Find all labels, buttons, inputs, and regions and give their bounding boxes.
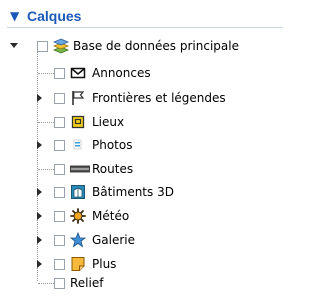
layer-checkbox[interactable] (54, 235, 65, 246)
panel-title: Calques (27, 8, 82, 24)
photo-icon (70, 137, 86, 153)
layer-checkbox[interactable] (54, 259, 65, 270)
tree-item-label: Lieux (92, 115, 125, 129)
road-icon (70, 161, 90, 177)
layer-checkbox[interactable] (54, 117, 65, 128)
tree-item-annonces[interactable]: Annonces (0, 62, 289, 84)
stacked-layers-icon (53, 38, 69, 54)
layer-checkbox[interactable] (54, 140, 65, 151)
expand-right-arrow-icon[interactable] (37, 212, 42, 220)
layer-checkbox[interactable] (54, 164, 65, 175)
tree-item-lieux[interactable]: Lieux (0, 111, 289, 133)
tree-item-label: Frontières et légendes (92, 91, 226, 105)
tree-item-label: Bâtiments 3D (92, 185, 174, 199)
tree-item-relief[interactable]: Relief (0, 272, 289, 294)
tree-item-label: Photos (92, 138, 133, 152)
tree-branch-line (38, 122, 54, 123)
layer-checkbox[interactable] (54, 93, 65, 104)
sun-icon (70, 208, 86, 224)
tree-item-label: Relief (70, 276, 104, 290)
tree-item-photos[interactable]: Photos (0, 134, 289, 156)
building-3d-icon (70, 184, 86, 200)
collapse-arrow-icon[interactable]: ▼ (10, 9, 19, 23)
tree-item-label: Plus (92, 257, 117, 271)
layers-panel-header[interactable]: ▼ Calques (0, 0, 289, 34)
tree-item-label: Annonces (92, 66, 151, 80)
place-marker-icon (70, 114, 86, 130)
tree-item-batiments-3d[interactable]: Bâtiments 3D (0, 181, 289, 203)
expand-right-arrow-icon[interactable] (37, 260, 42, 268)
layer-checkbox[interactable] (54, 68, 65, 79)
tree-branch-line (38, 169, 54, 170)
star-icon (70, 232, 86, 248)
layer-checkbox[interactable] (54, 278, 65, 289)
tree-branch-line (38, 283, 54, 284)
tree-item-label: Routes (92, 162, 134, 176)
tree-item-galerie[interactable]: Galerie (0, 229, 289, 251)
tree-branch-line (38, 73, 54, 74)
tree-item-frontieres[interactable]: Frontières et légendes (0, 87, 289, 109)
header-divider (7, 27, 283, 28)
expand-right-arrow-icon[interactable] (37, 236, 42, 244)
tree-item-label: Base de données principale (73, 39, 239, 53)
tree-item-routes[interactable]: Routes (0, 158, 289, 180)
layer-checkbox[interactable] (54, 211, 65, 222)
expand-right-arrow-icon[interactable] (37, 94, 42, 102)
expand-right-arrow-icon[interactable] (37, 141, 42, 149)
tree-item-label: Galerie (92, 233, 136, 247)
flag-icon (70, 90, 86, 106)
expand-down-arrow-icon[interactable] (10, 43, 18, 48)
tree-item-meteo[interactable]: Météo (0, 205, 289, 227)
note-icon (70, 256, 86, 272)
expand-right-arrow-icon[interactable] (37, 188, 42, 196)
tree-item-label: Météo (92, 209, 130, 223)
envelope-icon (70, 65, 86, 81)
tree-item-root[interactable]: Base de données principale (0, 35, 289, 57)
root-checkbox[interactable] (37, 41, 48, 52)
layer-checkbox[interactable] (54, 187, 65, 198)
